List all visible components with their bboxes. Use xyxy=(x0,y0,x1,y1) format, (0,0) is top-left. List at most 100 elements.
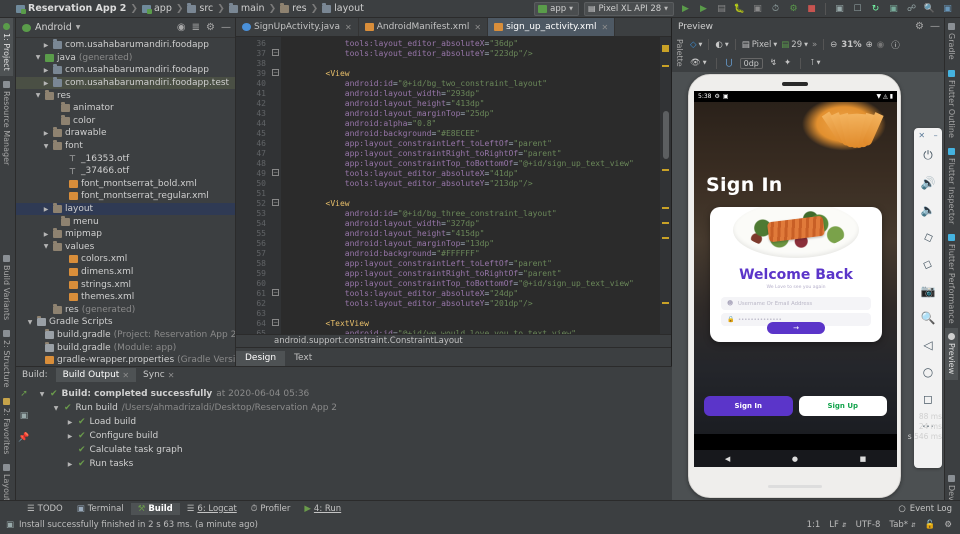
code-line[interactable]: app:layout_constraintTop_toBottomOf="@+i… xyxy=(281,159,671,169)
tree-item[interactable]: colors.xml xyxy=(16,253,235,266)
zoom-fit-icon[interactable]: ◉ xyxy=(877,40,884,50)
tree-item[interactable]: font_montserrat_bold.xml xyxy=(16,178,235,191)
close-icon[interactable]: ✕ xyxy=(122,371,129,380)
infer-constraints-icon[interactable]: ✦ xyxy=(784,58,791,68)
baseline-button[interactable]: ⊺ ▼ xyxy=(810,58,820,68)
design-tab[interactable]: Design xyxy=(236,351,286,366)
error-marker[interactable] xyxy=(662,169,669,171)
tree-item[interactable]: gradle-wrapper.properties (Gradle Versio… xyxy=(16,354,235,366)
tool-window-logcat[interactable]: ☰ 6: Logcat xyxy=(180,503,244,515)
default-margin-field[interactable]: 0dp xyxy=(739,57,763,69)
sidebar-item-gradle[interactable]: Gradle xyxy=(945,18,958,65)
error-marker[interactable] xyxy=(662,45,669,52)
build-output-tree[interactable]: ▼ ✔ Build: completed successfully at 2020-… xyxy=(32,385,672,516)
layout-inspector-icon[interactable]: ☍ xyxy=(905,2,918,15)
nav-overview-icon[interactable]: ■ xyxy=(860,455,867,463)
sidebar-item-flutter-outline[interactable]: Flutter Outline xyxy=(945,65,958,143)
tree-item[interactable]: ▼ java (generated) xyxy=(16,52,235,65)
breadcrumb-item-src[interactable]: src xyxy=(187,2,213,14)
code-line[interactable]: android:layout_marginTop="25dp" xyxy=(281,109,671,119)
tree-item[interactable]: ▶ mipmap xyxy=(16,228,235,241)
sidebar-item-project[interactable]: 1: Project xyxy=(0,18,13,76)
avd-icon[interactable]: ⚙ xyxy=(787,2,800,15)
sidebar-item-flutter-inspector[interactable]: Flutter Inspector xyxy=(945,143,958,229)
tree-item[interactable]: build.gradle (Module: app) xyxy=(16,341,235,354)
submit-button[interactable]: → xyxy=(767,322,825,334)
design-tab[interactable]: Text xyxy=(285,351,321,366)
sidebar-item-structure[interactable]: 2: Structure xyxy=(0,325,13,393)
volume-down-button[interactable]: 🔈 xyxy=(914,196,942,223)
editor-body[interactable]: 36 37 38 39 40 41 42 43 44 45 46 47 48 49 50 51 52 53 54 55… xyxy=(236,37,671,347)
warning-icon[interactable]: ⓘ xyxy=(891,39,900,51)
minimize-icon[interactable]: – xyxy=(934,131,938,140)
breadcrumb-item-app[interactable]: app xyxy=(141,3,172,14)
tab-build-output[interactable]: Build Output ✕ xyxy=(55,368,137,382)
pin-icon[interactable]: 📌 xyxy=(18,433,29,443)
code-line[interactable] xyxy=(281,189,671,199)
build-tree-row[interactable]: ✔ Calculate task graph xyxy=(32,443,672,457)
attach-debugger-icon[interactable]: ▣ xyxy=(751,2,764,15)
theme-button[interactable]: ◐ ▼ xyxy=(715,40,728,50)
search-icon[interactable]: 🔍 xyxy=(923,2,936,15)
code-line[interactable]: android:layout_height="415dp" xyxy=(281,229,671,239)
close-icon[interactable]: ✕ xyxy=(601,23,608,32)
fold-marker[interactable]: − xyxy=(272,69,279,76)
fold-marker[interactable]: − xyxy=(272,199,279,206)
tree-expander-icon[interactable]: ▶ xyxy=(42,67,50,74)
overflow-icon[interactable]: » xyxy=(812,40,817,50)
code-line[interactable] xyxy=(281,309,671,319)
code-line[interactable]: app:layout_constraintRight_toRightOf="pa… xyxy=(281,269,671,279)
username-input[interactable]: ☻ Username Or Email Address xyxy=(721,297,871,310)
editor-tab[interactable]: SignUpActivity.java ✕ xyxy=(236,18,359,36)
tree-item[interactable]: dimens.xml xyxy=(16,266,235,279)
tree-item[interactable]: color xyxy=(16,114,235,128)
tool-window-terminal[interactable]: ▣ Terminal xyxy=(70,503,131,515)
code-line[interactable]: <View xyxy=(281,199,671,209)
sidebar-item-build-variants[interactable]: Build Variants xyxy=(0,250,13,325)
error-marker[interactable] xyxy=(662,65,669,67)
code-content[interactable]: tools:layout_editor_absoluteX="36dp" too… xyxy=(281,37,671,347)
tool-window-profiler[interactable]: ⏱ Profiler xyxy=(244,503,298,515)
editor-scrollbar-thumb[interactable] xyxy=(663,111,669,159)
code-line[interactable]: app:layout_constraintLeft_toLeftOf="pare… xyxy=(281,259,671,269)
breadcrumb-item-project[interactable]: Reservation App 2 xyxy=(16,3,126,14)
lock-icon[interactable]: 🔓 xyxy=(925,520,936,530)
code-line[interactable]: android:id="@+id/bg_two_constraint_layou… xyxy=(281,79,671,89)
event-log-button[interactable]: ○ Event Log xyxy=(898,504,960,514)
rotate-right-button[interactable]: ◇ xyxy=(910,246,944,281)
home-button[interactable]: ○ xyxy=(914,358,942,385)
error-stripe[interactable] xyxy=(660,37,671,347)
back-button[interactable]: ◁ xyxy=(914,331,942,358)
code-line[interactable]: app:layout_constraintLeft_toLeftOf="pare… xyxy=(281,139,671,149)
zoom-button[interactable]: 🔍 xyxy=(914,304,942,331)
device-file-icon[interactable]: ▣ xyxy=(887,2,900,15)
build-tree-row[interactable]: ▶ ✔ Run tasks xyxy=(32,457,672,471)
tree-expander-icon[interactable]: ▶ xyxy=(66,461,74,468)
build-tree-row[interactable]: ▼ ✔ Build: completed successfully at 2020-… xyxy=(32,387,672,401)
tree-expander-icon[interactable]: ▼ xyxy=(38,391,46,398)
tree-item[interactable]: themes.xml xyxy=(16,291,235,304)
sdk-manager-icon[interactable]: ▣ xyxy=(833,2,846,15)
code-line[interactable]: app:layout_constraintRight_toRightOf="pa… xyxy=(281,149,671,159)
tool-window-build[interactable]: ⚒ Build xyxy=(130,502,180,515)
file-encoding[interactable]: UTF-8 xyxy=(856,520,881,530)
fold-marker[interactable]: − xyxy=(272,319,279,326)
clear-constraints-icon[interactable]: ↯ xyxy=(770,58,777,68)
tree-expander-icon[interactable]: ▼ xyxy=(52,405,60,412)
close-icon[interactable]: ✕ xyxy=(918,131,925,140)
error-marker[interactable] xyxy=(662,302,669,304)
nav-back-icon[interactable]: ◀ xyxy=(725,455,730,463)
code-line[interactable] xyxy=(281,59,671,69)
run-configuration-selector[interactable]: app ▼ xyxy=(534,1,579,16)
tree-expander-icon[interactable]: ▶ xyxy=(42,80,50,87)
chevron-down-icon[interactable]: ▼ xyxy=(76,24,81,31)
editor-tab[interactable]: sign_up_activity.xml ✕ xyxy=(488,18,616,36)
tree-item[interactable]: ▶ com.usahabarumandiri.foodapp xyxy=(16,39,235,52)
error-marker[interactable] xyxy=(662,222,669,224)
project-view-selector[interactable]: Android xyxy=(35,22,72,33)
overview-button[interactable]: ◻ xyxy=(914,385,942,412)
code-line[interactable]: android:layout_marginTop="13dp" xyxy=(281,239,671,249)
code-line[interactable]: android:layout_height="413dp" xyxy=(281,99,671,109)
emulator-device-frame[interactable]: 5:38 ⚙ ▣ ▼ ◬ ▮ Sign In Welcome Back We L… xyxy=(688,74,901,498)
close-icon[interactable]: ✕ xyxy=(345,23,352,32)
